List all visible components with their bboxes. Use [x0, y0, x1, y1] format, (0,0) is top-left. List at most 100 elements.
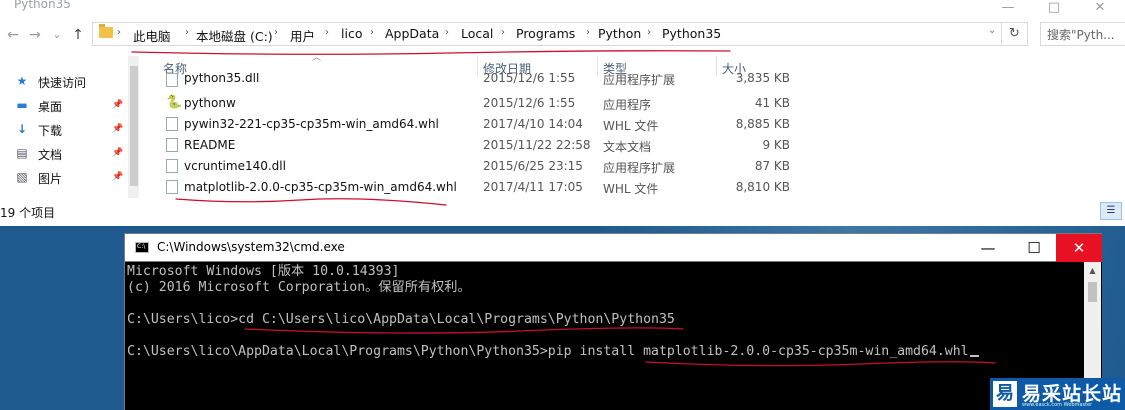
file-size: 9 KB: [762, 138, 790, 152]
breadcrumb-item[interactable]: lico: [341, 26, 362, 41]
search-input[interactable]: 搜索"Pyth...: [1040, 22, 1125, 46]
breadcrumb-item[interactable]: AppData: [385, 26, 439, 41]
breadcrumb-item[interactable]: Python35: [662, 26, 721, 41]
up-arrow-icon[interactable]: ↑: [70, 25, 86, 45]
file-name: pythonw: [184, 96, 236, 110]
breadcrumb-separator-icon: ›: [325, 27, 329, 38]
console-line-current: C:\Users\lico\AppData\Local\Programs\Pyt…: [127, 344, 979, 360]
breadcrumb-item[interactable]: Python: [598, 26, 641, 41]
back-arrow-icon[interactable]: ←: [5, 25, 21, 45]
file-row[interactable]: matplotlib-2.0.0-cp35-cp35m-win_amd64.wh…: [160, 177, 800, 198]
scroll-up-arrow-icon[interactable]: ▲: [1084, 262, 1101, 279]
breadcrumb-separator-icon: ›: [274, 27, 278, 38]
pin-icon[interactable]: 📌: [112, 172, 123, 182]
file-name: README: [184, 138, 236, 152]
sidebar-item-label: 下载: [38, 124, 63, 138]
file-name: python35.dll: [184, 73, 260, 85]
address-bar[interactable]: › 此电脑 › 本地磁盘 (C:) › 用户 › lico › AppData …: [92, 22, 1002, 46]
details-view-icon[interactable]: ☰: [1100, 202, 1122, 220]
text-file-icon: [166, 138, 178, 152]
breadcrumb-item[interactable]: 此电脑: [133, 26, 171, 45]
console-line: C:\Users\lico>cd C:\Users\lico\AppData\L…: [127, 312, 675, 327]
file-size: 8,885 KB: [735, 117, 790, 131]
file-date: 2015/11/22 22:58: [483, 138, 591, 152]
file-size: 87 KB: [754, 159, 790, 173]
file-icon: [166, 117, 178, 131]
file-date: 2017/4/11 17:05: [483, 180, 583, 194]
explorer-title-bar: Python35 — □ ✕: [0, 0, 1125, 18]
cmd-console[interactable]: Microsoft Windows [版本 10.0.14393] (c) 20…: [124, 262, 1102, 410]
breadcrumb-item[interactable]: 本地磁盘 (C:): [196, 26, 273, 45]
file-type: 应用程序扩展: [603, 161, 676, 175]
sidebar-item-label: 文档: [38, 148, 63, 162]
command-prompt-window: C:\Windows\system32\cmd.exe — ☐ ✕ Micros…: [124, 233, 1102, 410]
site-watermark: 易 易采站长站 www.easck.com Webmaster: [990, 378, 1125, 410]
document-icon: ▤: [16, 146, 28, 160]
star-icon: ★: [16, 74, 28, 88]
explorer-maximize-button[interactable]: □: [1031, 0, 1077, 18]
navigation-scrollbar-thumb[interactable]: [130, 66, 138, 186]
picture-icon: ▧: [16, 170, 28, 184]
file-type: 应用程序: [603, 98, 652, 112]
breadcrumb-separator-icon: ›: [185, 27, 189, 38]
file-type: WHL 文件: [603, 182, 659, 196]
explorer-minimize-button[interactable]: —: [985, 0, 1031, 18]
file-type: WHL 文件: [603, 119, 659, 133]
cmd-minimize-button[interactable]: —: [965, 234, 1011, 262]
file-explorer-window: Python35 — □ ✕ ← → ⌄ ↑ › 此电脑 › 本地磁盘 (C:)…: [0, 0, 1125, 226]
breadcrumb-item[interactable]: 用户: [290, 26, 315, 45]
refresh-icon[interactable]: ↻: [1002, 22, 1028, 46]
file-size: 3,835 KB: [735, 73, 790, 85]
file-name: vcruntime140.dll: [184, 159, 286, 173]
file-date: 2015/12/6 1:55: [483, 96, 576, 110]
file-date: 2017/4/10 14:04: [483, 117, 583, 131]
file-name: matplotlib-2.0.0-cp35-cp35m-win_amd64.wh…: [184, 180, 457, 194]
sidebar-item-label: 快速访问: [38, 76, 87, 90]
watermark-subtext: www.easck.com Webmaster: [1022, 402, 1093, 408]
file-name: pywin32-221-cp35-cp35m-win_amd64.whl: [184, 117, 439, 131]
file-date: 2015/6/25 23:15: [483, 159, 583, 173]
pin-icon[interactable]: 📌: [112, 100, 123, 110]
watermark-logo-icon: 易: [993, 381, 1017, 407]
download-icon: ↓: [16, 122, 28, 136]
console-line: Microsoft Windows [版本 10.0.14393]: [127, 264, 400, 279]
breadcrumb-item[interactable]: Programs: [516, 26, 575, 41]
cmd-window-title: C:\Windows\system32\cmd.exe: [157, 240, 345, 254]
file-row[interactable]: 🐍 pythonw 2015/12/6 1:55 应用程序 41 KB: [160, 93, 800, 114]
breadcrumb-separator-icon: ›: [586, 27, 590, 38]
pin-icon[interactable]: 📌: [112, 124, 123, 134]
cmd-close-button[interactable]: ✕: [1056, 234, 1102, 262]
file-icon: [166, 159, 178, 173]
cmd-title-bar[interactable]: C:\Windows\system32\cmd.exe — ☐ ✕: [124, 233, 1102, 262]
file-row[interactable]: pywin32-221-cp35-cp35m-win_amd64.whl 201…: [160, 114, 800, 135]
breadcrumb-item[interactable]: Local: [461, 26, 493, 41]
address-dropdown-chevron-icon[interactable]: ⌄: [988, 25, 996, 36]
file-size: 8,810 KB: [735, 180, 790, 194]
file-row[interactable]: vcruntime140.dll 2015/6/25 23:15 应用程序扩展 …: [160, 156, 800, 177]
breadcrumb-separator-icon: ›: [117, 27, 121, 38]
cmd-maximize-button[interactable]: ☐: [1011, 234, 1057, 262]
explorer-close-button[interactable]: ✕: [1077, 0, 1123, 18]
file-date: 2015/12/6 1:55: [483, 73, 576, 85]
sidebar-item-label: 图片: [38, 172, 63, 186]
cmd-scrollbar-thumb[interactable]: [1088, 282, 1097, 302]
forward-arrow-icon[interactable]: →: [27, 25, 43, 45]
recent-locations-chevron-icon[interactable]: ⌄: [49, 25, 65, 45]
breadcrumb-separator-icon: ›: [370, 27, 374, 38]
pin-icon[interactable]: 📌: [112, 148, 123, 158]
console-command-text: C:\Users\lico\AppData\Local\Programs\Pyt…: [127, 344, 969, 359]
terminal-icon: [135, 242, 149, 253]
file-icon: [166, 73, 178, 87]
navigation-pane: ★ 快速访问 ▬ 桌面 ↓ 下载 ▤ 文档 ▧ 图片 📌 📌 📌 📌: [0, 52, 140, 202]
file-row[interactable]: python35.dll 2015/12/6 1:55 应用程序扩展 3,835…: [160, 73, 800, 90]
desktop-icon: ▬: [16, 98, 28, 112]
file-row[interactable]: README 2015/11/22 22:58 文本文档 9 KB: [160, 135, 800, 156]
breadcrumb-separator-icon: ›: [445, 27, 449, 38]
sort-ascending-icon: ︿: [312, 53, 322, 63]
file-size: 41 KB: [754, 96, 790, 110]
file-icon: [166, 180, 178, 194]
console-line: (c) 2016 Microsoft Corporation。保留所有权利。: [127, 280, 471, 295]
folder-icon: [99, 24, 113, 38]
breadcrumb-separator-icon: ›: [647, 27, 651, 38]
item-count-status: 19 个项目: [0, 206, 56, 220]
